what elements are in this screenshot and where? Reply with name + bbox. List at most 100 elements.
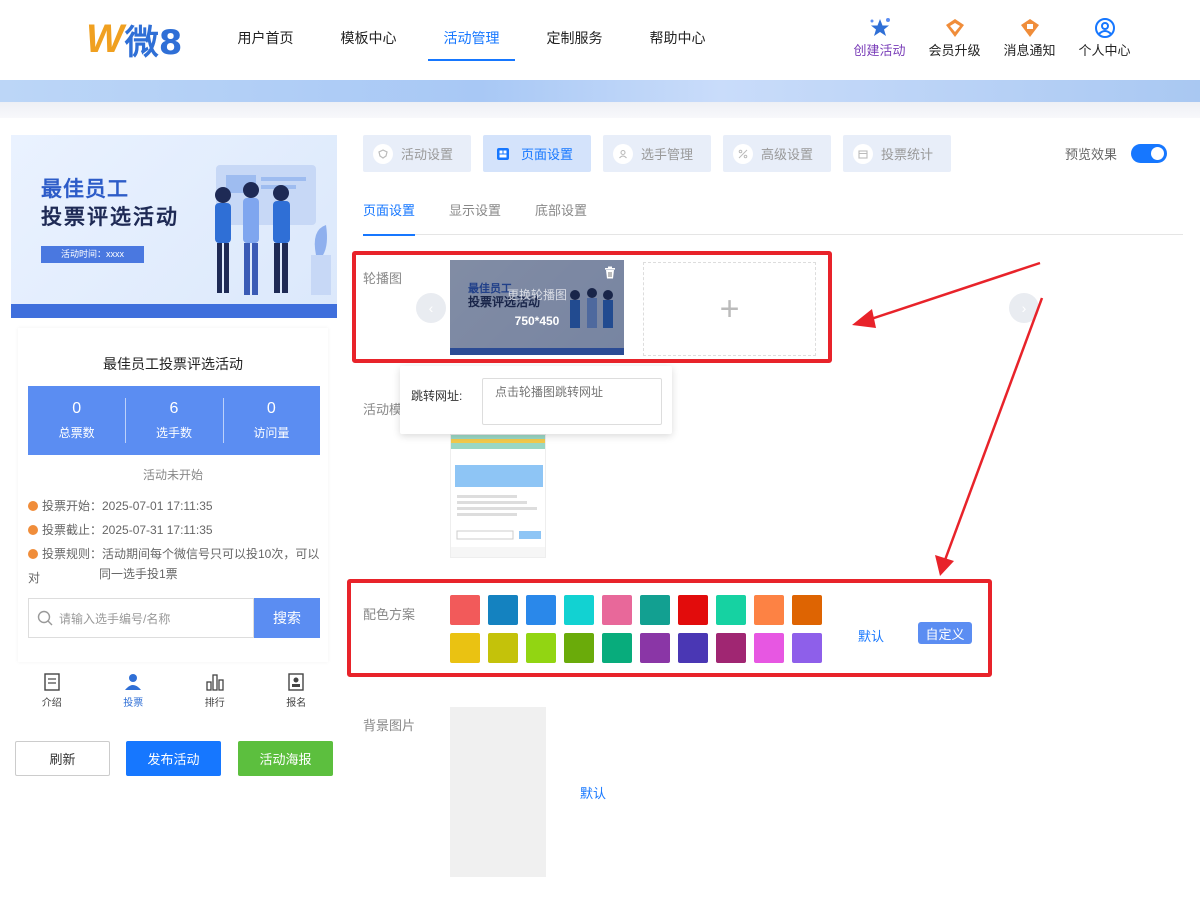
vote-end-text: 投票截止：2025-07-31 17:11:35	[42, 523, 213, 537]
contestant-search-input[interactable]: 请输入选手编号/名称	[28, 598, 254, 638]
member-upgrade-button[interactable]: 会员升级	[917, 16, 992, 59]
settings-main-tabs: 活动设置 页面设置 选手管理 高级设置 投票统计	[363, 135, 963, 172]
content-top-shadow	[0, 102, 1200, 118]
create-activity-button[interactable]: 创建活动	[842, 16, 917, 59]
percent-icon	[733, 143, 753, 164]
preview-hero-banner: 最佳员工 投票评选活动 活动时间：xxxx	[11, 135, 337, 318]
bar-chart-icon	[174, 672, 256, 692]
member-upgrade-label: 会员升级	[928, 43, 981, 58]
hero-time-badge: 活动时间：xxxx	[41, 246, 144, 263]
jump-url-label: 跳转网址:	[411, 389, 463, 403]
highlight-box-carousel	[352, 251, 832, 363]
nav-template-center[interactable]: 模板中心	[317, 0, 420, 80]
notification-button[interactable]: 消息通知	[992, 16, 1067, 59]
main-nav: 用户首页 模板中心 活动管理 定制服务 帮助中心	[214, 0, 729, 80]
personal-center-label: 个人中心	[1078, 43, 1131, 58]
tab-vote-statistics[interactable]: 投票统计	[843, 135, 951, 172]
stat-value: 0	[266, 400, 276, 417]
subtab-footer-settings[interactable]: 底部设置	[535, 192, 587, 235]
subtab-page-settings[interactable]: 页面设置	[363, 192, 416, 236]
stat-total-votes: 0 总票数	[28, 386, 125, 455]
tab-page-settings[interactable]: 页面设置	[483, 135, 591, 172]
stat-contestants: 6 选手数	[125, 386, 222, 455]
activity-template-thumbnail[interactable]	[450, 434, 546, 558]
tab-contestant-management[interactable]: 选手管理	[603, 135, 711, 172]
arrow-head-carousel	[852, 309, 876, 328]
nav-activity-management[interactable]: 活动管理	[420, 0, 523, 80]
preview-tabbar: 介绍 投票 排行 报名	[11, 672, 337, 716]
chevron-right-icon: ›	[1021, 300, 1027, 316]
header-banner	[0, 80, 1200, 102]
vote-rule-info-cont: 同一选手投1票	[99, 567, 178, 581]
subtab-display-settings[interactable]: 显示设置	[449, 192, 501, 235]
tab-label: 高级设置	[761, 147, 814, 162]
calendar-icon	[853, 143, 873, 164]
arrow-to-color-scheme	[943, 297, 1044, 561]
stat-label: 访问量	[253, 426, 290, 440]
tab-vote[interactable]: 投票	[93, 672, 175, 716]
tab-intro[interactable]: 介绍	[11, 672, 93, 716]
preview-effect-toggle[interactable]	[1131, 144, 1167, 163]
tab-activity-settings[interactable]: 活动设置	[363, 135, 471, 172]
hero-bottom-strip	[11, 304, 337, 318]
search-icon	[37, 610, 53, 626]
user-circle-icon	[1067, 16, 1142, 40]
activity-status: 活动未开始	[142, 468, 203, 482]
jump-url-input[interactable]	[482, 378, 662, 425]
tab-label: 页面设置	[521, 147, 574, 162]
tab-intro-label: 介绍	[41, 698, 62, 709]
vote-start-text: 投票开始：2025-07-01 17:11:35	[42, 499, 213, 513]
tab-signup[interactable]: 报名	[256, 672, 338, 716]
search-placeholder: 请输入选手编号/名称	[59, 611, 171, 626]
background-default-button[interactable]: 默认	[580, 783, 606, 802]
tab-vote-label: 投票	[123, 698, 144, 709]
tab-ranking[interactable]: 排行	[174, 672, 256, 716]
search-button[interactable]: 搜索	[254, 598, 320, 638]
personal-center-button[interactable]: 个人中心	[1067, 16, 1142, 59]
logo-text: 微8	[124, 22, 183, 63]
top-header: W 微8 用户首页 模板中心 活动管理 定制服务 帮助中心 创建活动 会员升级 …	[0, 0, 1200, 80]
stat-value: 6	[169, 400, 179, 417]
diamond-icon	[917, 16, 992, 40]
background-image-slot[interactable]	[450, 707, 546, 877]
vote-rule-info: 投票规则：活动期间每个微信号只可以投10次，可以对	[28, 542, 328, 590]
person-icon	[613, 143, 633, 164]
tab-ranking-label: 排行	[204, 698, 225, 709]
info-dot-icon	[28, 501, 38, 511]
stat-label: 总票数	[58, 426, 95, 440]
create-activity-label: 创建活动	[853, 43, 906, 58]
contestant-search: 请输入选手编号/名称 搜索	[28, 598, 320, 638]
nav-help-center[interactable]: 帮助中心	[626, 0, 729, 80]
activity-title: 最佳员工投票评选活动	[103, 356, 243, 372]
bell-diamond-icon	[992, 16, 1067, 40]
document-icon	[11, 672, 93, 692]
arrow-head-color-scheme	[935, 555, 954, 576]
tab-label: 选手管理	[641, 147, 694, 162]
activity-info-card: 最佳员工投票评选活动 0 总票数 6 选手数 0 访问量 活动未开始 投票开始：…	[18, 328, 328, 662]
activity-poster-button[interactable]: 活动海报	[238, 741, 333, 776]
tab-signup-label: 报名	[286, 698, 307, 709]
shield-icon	[373, 143, 393, 164]
template-preview-graphic	[451, 435, 545, 557]
highlight-box-color-scheme	[347, 579, 992, 677]
nav-user-home[interactable]: 用户首页	[214, 0, 317, 80]
hero-title-line2: 投票评选活动	[41, 206, 179, 229]
vote-end-info: 投票截止：2025-07-31 17:11:35	[28, 518, 213, 542]
info-dot-icon	[28, 525, 38, 535]
background-image-label: 背景图片	[363, 718, 416, 733]
info-dot-icon	[28, 549, 38, 559]
carousel-next-button[interactable]: ›	[1009, 293, 1039, 323]
vote-start-info: 投票开始：2025-07-01 17:11:35	[28, 494, 213, 518]
logo[interactable]: W 微8	[86, 16, 182, 63]
preview-effect-label: 预览效果	[1065, 147, 1118, 162]
logo-mark: W	[86, 16, 124, 61]
stat-value: 0	[72, 400, 82, 417]
nav-custom-service[interactable]: 定制服务	[523, 0, 626, 80]
stats-bar: 0 总票数 6 选手数 0 访问量	[28, 386, 320, 455]
layout-icon	[493, 144, 513, 164]
tab-advanced-settings[interactable]: 高级设置	[723, 135, 831, 172]
tab-label: 活动设置	[401, 147, 454, 162]
publish-activity-button[interactable]: 发布活动	[126, 741, 221, 776]
notification-label: 消息通知	[1003, 43, 1056, 58]
refresh-button[interactable]: 刷新	[15, 741, 110, 776]
